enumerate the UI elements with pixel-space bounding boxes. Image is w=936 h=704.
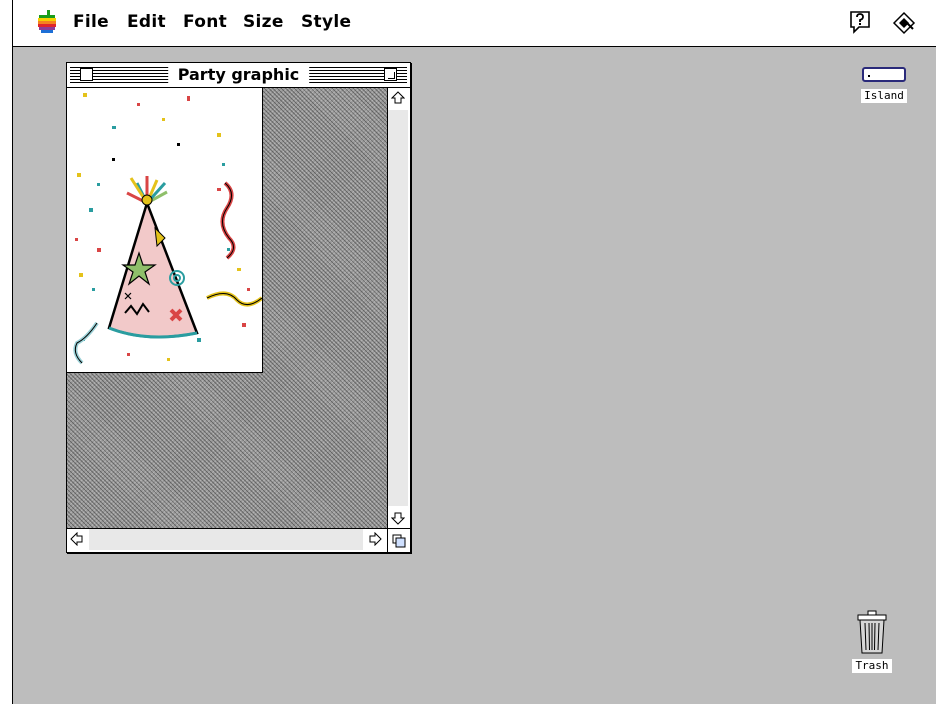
trash-icon (857, 610, 887, 654)
menu-style[interactable]: Style (301, 12, 351, 32)
vertical-scroll-track[interactable] (388, 110, 408, 506)
menu-font[interactable]: Font (183, 12, 227, 32)
zoom-box-icon[interactable] (384, 68, 397, 81)
grow-box-icon[interactable] (387, 528, 410, 552)
hard-disk-icon (862, 67, 906, 82)
disk-icon-island[interactable]: Island (857, 66, 911, 103)
scroll-up-arrow-icon[interactable] (388, 88, 408, 108)
scroll-down-arrow-icon[interactable] (388, 508, 408, 528)
party-hat-illustration (73, 93, 264, 365)
trash-icon-container[interactable]: Trash (847, 610, 897, 673)
apple-menu-icon[interactable] (37, 10, 57, 34)
window-title-bar[interactable]: Party graphic (67, 63, 410, 88)
application-menu-icon[interactable] (891, 10, 917, 36)
disk-label: Island (861, 89, 907, 103)
desktop: File Edit Font Size Style Island Trash P… (12, 0, 936, 704)
scroll-left-arrow-icon[interactable] (67, 529, 87, 549)
horizontal-scroll-track[interactable] (89, 529, 363, 550)
menu-bar: File Edit Font Size Style (13, 0, 936, 47)
close-box-icon[interactable] (80, 68, 93, 81)
party-graphic-window[interactable]: Party graphic (66, 62, 411, 553)
menu-file[interactable]: File (73, 12, 109, 32)
vertical-scrollbar[interactable] (387, 88, 410, 528)
scroll-right-arrow-icon[interactable] (365, 529, 385, 549)
menu-edit[interactable]: Edit (127, 12, 166, 32)
horizontal-scrollbar[interactable] (67, 528, 387, 552)
balloon-help-icon[interactable] (849, 10, 871, 34)
trash-label: Trash (852, 659, 892, 673)
party-hat-picture[interactable] (67, 88, 264, 373)
menu-size[interactable]: Size (243, 12, 284, 32)
window-title: Party graphic (167, 64, 310, 86)
window-content[interactable] (67, 88, 387, 528)
